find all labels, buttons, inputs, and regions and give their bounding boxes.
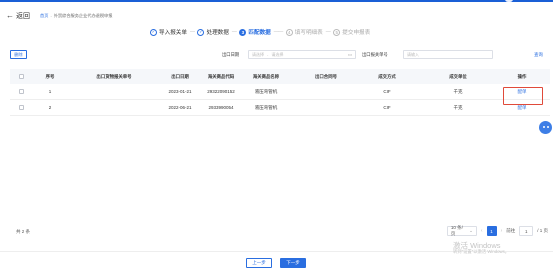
goto-label: 前往 — [506, 228, 516, 233]
select-all-checkbox[interactable] — [10, 74, 30, 79]
pagination-bar: 共 2 条 10 条/页 ⌄ ‹ 1 › 前往 1 / 1 页 — [10, 225, 550, 238]
column-header: 出口货物报关单号 — [96, 73, 132, 79]
chevron-left-icon[interactable]: ‹ — [481, 228, 483, 234]
checkbox[interactable] — [18, 105, 24, 110]
breadcrumb-current: 外贸综合服务企业代办退税申报 — [53, 13, 113, 18]
check-circle-icon: ✓ — [150, 28, 157, 36]
back-label: 返回 — [16, 13, 30, 20]
assistant-robot-icon[interactable] — [538, 119, 553, 138]
page-total: / 1 页 — [537, 228, 548, 233]
cell-unit: 千克 — [453, 88, 463, 94]
calendar-icon[interactable]: ▭ — [348, 52, 352, 58]
export-date-label: 出口日期 — [222, 52, 240, 57]
cell-code: 29322090152 — [207, 89, 235, 94]
step-label: 导入报关单 — [159, 30, 187, 36]
query-button[interactable]: 查询 — [534, 52, 543, 58]
start-date-input[interactable]: 请选择 — [252, 52, 264, 58]
cell-code: 2933990054 — [208, 105, 234, 110]
column-header: 操作 — [517, 73, 527, 79]
top-navbar — [0, 0, 553, 2]
column-header: 成交方式 — [378, 73, 396, 79]
cell-date: 2023-01-21 — [168, 89, 192, 94]
filter-bar: 删除 出口日期 请选择 - 请选择 ▭ 出口报关单号 请输入 查询 — [10, 49, 543, 61]
next-step-button[interactable]: 下一步 — [280, 258, 306, 268]
pager: 10 条/页 ⌄ ‹ 1 › 前往 1 / 1 页 — [446, 225, 548, 236]
avatar[interactable] — [505, 0, 513, 2]
delete-button[interactable]: 删除 — [10, 50, 27, 59]
prev-step-button[interactable]: 上一步 — [246, 258, 272, 268]
step-connector: — — [325, 29, 331, 35]
range-separator: - — [267, 52, 269, 57]
cell-no: 1 — [48, 89, 52, 94]
step-connector: —— — [273, 29, 284, 35]
breadcrumb-home[interactable]: 首页 — [40, 13, 48, 19]
row-checkbox[interactable] — [10, 89, 30, 94]
table-row: 2 2022-06-21 2933990054 液压弯管机 CIF 千克 配单 — [10, 100, 550, 116]
cell-unit: 千克 — [453, 104, 463, 110]
watermark-line2: 转到"设置"以激活 Windows。 — [453, 249, 510, 255]
chevron-right-icon[interactable]: › — [501, 228, 503, 234]
end-date-input[interactable]: 请选择 — [271, 52, 283, 58]
match-bill-link[interactable]: 配单 — [502, 105, 540, 111]
step-import: ✓ 导入报关单 — [150, 28, 187, 36]
step-label: 提交申报表 — [342, 30, 371, 36]
windows-activation-watermark: 激活 Windows 转到"设置"以激活 Windows。 — [453, 241, 510, 255]
step-number: 3 — [239, 28, 247, 36]
highlight-box — [503, 87, 543, 105]
step-label: 填写明细表 — [294, 30, 323, 36]
page-size-select[interactable]: 10 条/页 ⌄ — [446, 225, 477, 236]
chevron-down-icon: ⌄ — [469, 228, 473, 233]
column-header: 海关商品代码 — [207, 73, 235, 79]
bill-no-input[interactable]: 请输入 — [403, 50, 493, 59]
table-header: 序号 出口货物报关单号 出口日期 海关商品代码 海关商品名称 出口合同号 成交方… — [10, 69, 550, 84]
column-header: 出口日期 — [171, 73, 189, 79]
cell-name: 液压弯管机 — [254, 104, 278, 110]
step-number: 4 — [285, 28, 293, 36]
step-label: 匹配数据 — [248, 30, 271, 36]
page-header: ← 返回 首页 · 外贸综合服务企业代办退税申报 — [0, 10, 553, 24]
cell-date: 2022-06-21 — [168, 105, 192, 110]
robot-face — [539, 121, 552, 134]
step-connector: — — [231, 29, 237, 35]
bill-no-label: 出口报关单号 — [362, 52, 388, 57]
checkbox[interactable] — [18, 74, 24, 79]
step-submit: 5 提交申报表 — [333, 28, 370, 36]
cell-name: 液压弯管机 — [254, 88, 278, 94]
row-checkbox[interactable] — [10, 105, 30, 110]
step-process: ✓ 处理数据 — [197, 28, 229, 36]
breadcrumb-separator: · — [50, 13, 52, 19]
step-match: 3 匹配数据 — [239, 28, 271, 36]
page-current[interactable]: 1 — [486, 226, 497, 236]
step-connector: — — [189, 29, 195, 35]
check-circle-icon: ✓ — [197, 28, 205, 36]
column-header: 序号 — [45, 73, 55, 79]
step-fill: 4 填写明细表 — [285, 28, 323, 36]
table-row: 1 2023-01-21 29322090152 液压弯管机 CIF 千克 配单 — [10, 84, 550, 100]
back-button[interactable]: ← 返回 — [6, 11, 30, 21]
cell-mode: CIF — [383, 105, 391, 110]
page-size-value: 10 条/页 — [450, 225, 463, 236]
data-table: 序号 出口货物报关单号 出口日期 海关商品代码 海关商品名称 出口合同号 成交方… — [10, 69, 550, 116]
export-date-range-picker[interactable]: 请选择 - 请选择 ▭ — [248, 50, 356, 59]
robot-eye — [543, 126, 545, 128]
step-indicator: ✓ 导入报关单 — ✓ 处理数据 — 3 匹配数据 —— 4 填写明细表 — 5… — [150, 27, 370, 37]
cell-mode: CIF — [383, 89, 391, 94]
checkbox[interactable] — [18, 89, 24, 94]
step-number: 5 — [333, 28, 341, 36]
cell-no: 2 — [48, 105, 52, 110]
column-header: 海关商品名称 — [252, 73, 280, 79]
column-header: 出口合同号 — [315, 73, 337, 79]
robot-eye — [547, 126, 549, 128]
arrow-left-icon: ← — [6, 11, 14, 20]
breadcrumb: 首页 · 外贸综合服务企业代办退税申报 — [40, 13, 112, 19]
goto-page-input[interactable]: 1 — [519, 226, 534, 236]
column-header: 成交单位 — [449, 73, 467, 79]
total-count: 共 2 条 — [16, 229, 31, 234]
step-label: 处理数据 — [206, 30, 229, 36]
